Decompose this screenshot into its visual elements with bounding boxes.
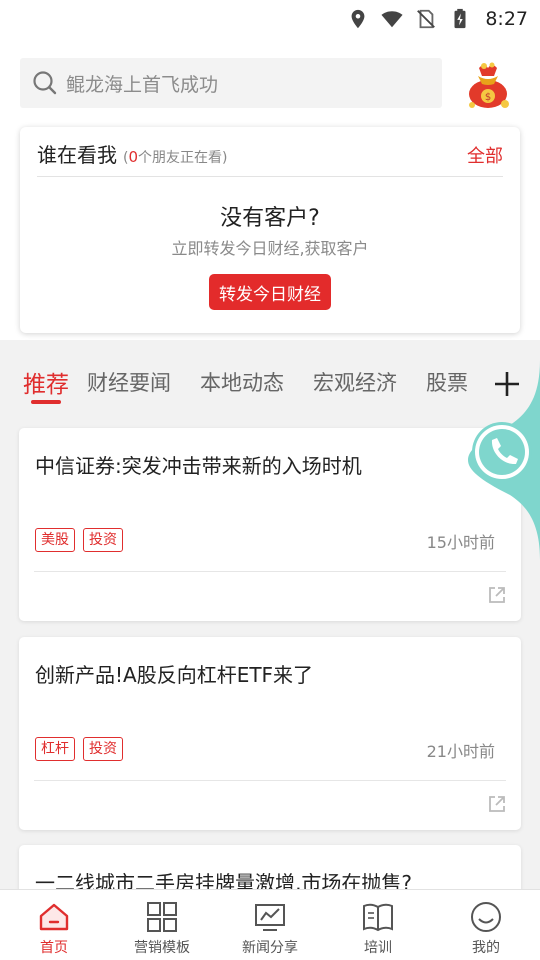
news-tags: 美股 投资	[35, 528, 123, 552]
viewer-card-header: 谁在看我 (0个朋友正在看) 全部	[37, 139, 503, 177]
share-daily-finance-button[interactable]: 转发今日财经	[209, 274, 331, 310]
svg-text:$: $	[485, 92, 491, 103]
tab-recommended[interactable]: 推荐	[23, 365, 69, 399]
tab-finance-news[interactable]: 财经要闻	[87, 367, 171, 397]
nav-home[interactable]: 首页	[0, 890, 108, 960]
no-sim-icon	[417, 9, 436, 29]
bottom-nav: 首页 营销模板 新闻分享 培训 我的	[0, 889, 540, 960]
view-all-link[interactable]: 全部	[467, 142, 503, 168]
battery-charging-icon	[454, 8, 466, 29]
money-bag-icon[interactable]: $	[464, 60, 512, 110]
news-chart-icon	[255, 904, 285, 931]
no-customers-hint: 立即转发今日财经,获取客户	[171, 239, 369, 258]
viewer-count: 0	[128, 148, 139, 166]
viewer-count-text: (0个朋友正在看)	[123, 148, 228, 166]
status-time: 8:27	[485, 8, 528, 30]
divider	[34, 571, 506, 572]
news-title[interactable]: 中信证券:突发冲击带来新的入场时机	[35, 450, 362, 479]
share-external-icon[interactable]	[487, 794, 507, 814]
nav-training[interactable]: 培训	[324, 890, 432, 960]
nav-news-share[interactable]: 新闻分享	[216, 890, 324, 960]
search-placeholder: 鲲龙海上首飞成功	[66, 73, 219, 96]
tab-local-news[interactable]: 本地动态	[200, 367, 284, 397]
news-tag: 美股	[35, 528, 75, 552]
search-bar[interactable]: 鲲龙海上首飞成功	[20, 58, 442, 108]
news-tag: 投资	[83, 528, 123, 552]
news-card[interactable]: 创新产品!A股反向杠杆ETF来了 杠杆 投资 21小时前	[19, 637, 521, 830]
active-tab-indicator	[31, 400, 61, 404]
nav-label: 我的	[472, 940, 500, 956]
nav-profile[interactable]: 我的	[432, 890, 540, 960]
news-tag: 杠杆	[35, 737, 75, 761]
profile-smile-icon	[471, 902, 501, 932]
nav-label: 首页	[40, 940, 68, 956]
no-customers-title: 没有客户?	[220, 206, 320, 231]
news-title[interactable]: 创新产品!A股反向杠杆ETF来了	[35, 659, 313, 688]
nav-label: 新闻分享	[242, 940, 298, 956]
wifi-icon	[381, 11, 403, 28]
news-tags: 杠杆 投资	[35, 737, 123, 761]
phone-float-button[interactable]	[440, 360, 540, 560]
share-external-icon[interactable]	[487, 585, 507, 605]
nav-marketing-templates[interactable]: 营销模板	[108, 890, 216, 960]
divider	[34, 780, 506, 781]
nav-label: 培训	[364, 940, 392, 956]
tab-macro-economy[interactable]: 宏观经济	[313, 367, 397, 397]
viewer-card-title: 谁在看我	[37, 143, 117, 167]
status-bar: 8:27	[0, 0, 540, 38]
home-icon	[39, 903, 69, 931]
news-time: 21小时前	[426, 742, 495, 761]
search-icon	[33, 71, 57, 95]
news-tag: 投资	[83, 737, 123, 761]
location-icon	[351, 9, 365, 29]
template-grid-icon	[147, 902, 177, 932]
book-icon	[363, 903, 393, 932]
nav-label: 营销模板	[134, 940, 190, 956]
who-viewed-me-card: 谁在看我 (0个朋友正在看) 全部 没有客户? 立即转发今日财经,获取客户 转发…	[20, 127, 520, 333]
